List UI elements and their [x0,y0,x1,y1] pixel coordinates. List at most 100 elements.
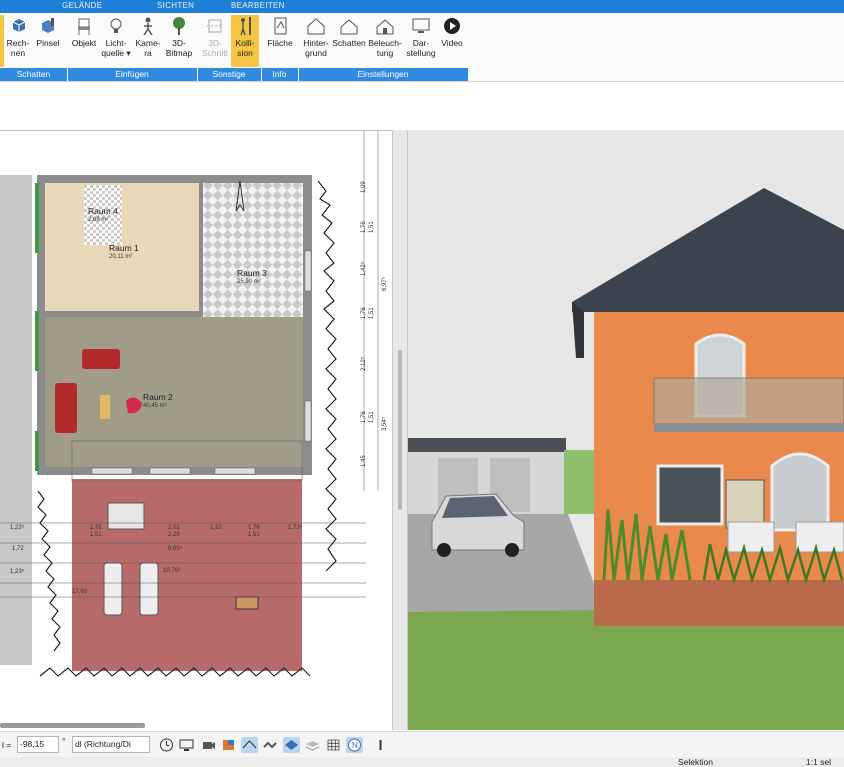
collision-figure-icon [240,17,251,36]
layers-icon[interactable] [304,737,321,753]
view-splitter[interactable] [392,130,408,730]
room-1-area: 20,11 m² [109,254,133,260]
3d-bitmap-label-1: 3D- [172,38,186,48]
dim-label: 1,76 [361,411,367,423]
grid-icon[interactable] [325,737,342,753]
kamera-button[interactable]: Kame- ra [134,15,162,67]
floor-plan-view[interactable]: Raum 4 2,88 m² Raum 1 20,11 m² Raum 3 25… [0,130,392,730]
dim-label: 1,09 [361,181,367,193]
lichtquelle-label-2: quelle ▾ [101,48,131,58]
lounger[interactable] [103,562,123,616]
lounger[interactable] [139,562,159,616]
dim-label: 2,02 [168,525,180,531]
monitor-icon [412,18,430,33]
play-video-icon [444,18,460,34]
bench[interactable] [107,502,145,530]
palette-icon[interactable] [220,737,237,753]
room-3-label: Raum 3 [237,268,267,278]
screen-icon[interactable] [178,737,195,753]
window [35,431,39,471]
lichtquelle-button[interactable]: Licht- quelle ▾ [101,15,131,67]
objekt-button[interactable]: Objekt [69,15,99,67]
ribbon-context-tabs: GELÄNDE SICHTEN BEARBEITEN [0,0,844,13]
splitter-handle[interactable] [398,350,402,510]
sofa[interactable] [55,383,77,433]
tab-sichten[interactable]: SICHTEN [157,1,194,10]
dim-label: 1,45 [361,455,367,467]
angle-input[interactable]: -98,15 [17,736,59,753]
dim-label: 1,76 [90,525,102,531]
3d-schnitt-label-2: Schnitt [202,48,228,58]
video-label: Video [441,38,463,48]
floor-plan-drawing[interactable] [0,131,392,730]
3d-bitmap-button[interactable]: 3D- Bitmap [164,15,194,67]
kollision-button[interactable]: Kolli- sion [231,15,259,67]
schatten-button[interactable]: Schatten [332,15,366,67]
dim-label: 1,76 [361,221,367,233]
lounger [795,521,844,553]
darstellung-button[interactable]: Dar- stellung [404,15,438,67]
3d-bitmap-label-2: Bitmap [165,48,193,58]
beleuchtung-button[interactable]: Beleuch- tung [367,15,403,67]
dim-label: 1,23⁵ [10,569,25,575]
section-cut-icon [207,19,223,33]
north-icon[interactable]: N [346,737,363,753]
more-options-icon[interactable] [372,737,389,753]
walls-view-icon[interactable] [262,737,279,753]
room-2-area: 40,45 m² [143,403,167,409]
dim-label: 1,51 [248,532,260,538]
plan-horizontal-scrollbar[interactable] [0,723,145,728]
dim-label: 1,76 [361,307,367,319]
chair-icon [78,18,90,35]
house-background-icon [307,18,325,35]
rechnen-label-1: Rech- [6,38,30,48]
pinsel-button[interactable]: Pinsel [34,15,62,67]
shadow-toggle-button[interactable] [0,15,4,67]
lichtquelle-label-1: Licht- [105,38,127,48]
cube-calc-icon [12,19,26,32]
tab-gelaende[interactable]: GELÄNDE [62,1,102,10]
direction-dropdown[interactable]: dl (Richtung/Di [72,736,150,753]
dim-label: 10,76⁵ [163,568,181,574]
dim-label: 1,51 [369,307,375,319]
dim-label: 17,60 [72,589,88,595]
pinsel-label: Pinsel [36,38,60,48]
cube-brush-icon [42,18,54,33]
table[interactable] [235,596,259,610]
bottom-toolbar: l = -98,15 ° dl (Richtung/Di N [0,731,844,757]
sofa[interactable] [82,349,120,369]
beleuchtung-label-1: Beleuch- [368,38,402,48]
hintergrund-label-1: Hinter- [303,38,329,48]
hedge [37,490,61,652]
room-3-area: 25,90 m² [237,279,261,285]
dim-label: 1,42⁵ [361,261,367,276]
planter [594,580,844,626]
kamera-label-1: Kame- [135,38,161,48]
lightbulb-icon [110,18,122,33]
dim-label: 1,10 [210,525,222,531]
floor-view-icon[interactable] [283,737,300,753]
dim-label: 2,20 [168,532,180,538]
group-separator [67,68,68,81]
hintergrund-button[interactable]: Hinter- grund [299,15,333,67]
3d-view[interactable] [408,130,844,730]
dim-label: 6,97⁵ [382,276,388,291]
table[interactable] [100,395,110,419]
video-button[interactable]: Video [439,15,465,67]
tab-bearbeiten[interactable]: BEARBEITEN [231,1,285,10]
rechnen-button[interactable]: Rech- nen [5,15,31,67]
degree-label: ° [62,736,66,746]
roof-view-icon[interactable] [241,737,258,753]
hintergrund-label-2: grund [305,48,327,58]
status-bar: Selektion 1:1 sel [0,757,844,767]
ribbon: Rech- nen Pinsel Objekt Licht- quelle ▾ … [0,13,844,82]
flaeche-button[interactable]: Fläche [265,15,295,67]
camera-icon[interactable] [200,737,217,753]
3d-scene[interactable] [408,130,844,730]
dim-label: 1,72⁵ [288,525,303,531]
balcony-railing [653,377,844,425]
svg-text:N: N [352,741,358,750]
3d-schnitt-button[interactable]: 3D- Schnitt [200,15,230,67]
clock-icon[interactable] [158,737,175,753]
group-separator [261,68,262,81]
